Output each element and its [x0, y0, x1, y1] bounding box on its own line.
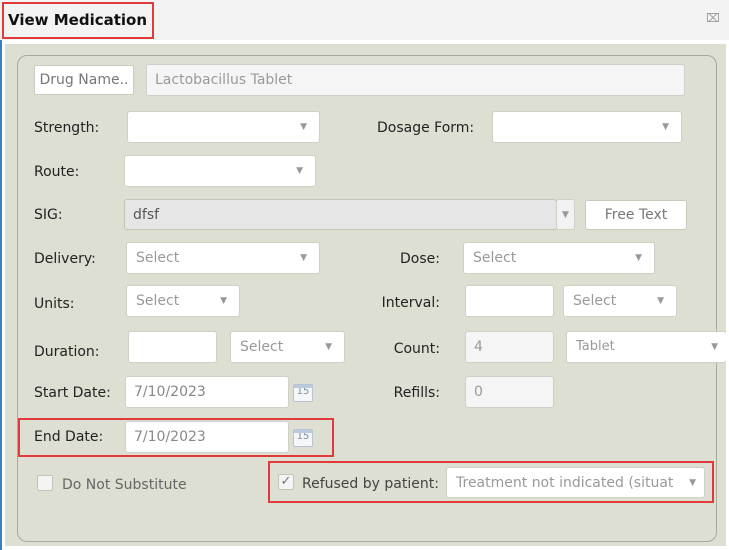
sig-dropdown[interactable]: ▼ [556, 199, 575, 230]
chevron-down-icon: ▼ [220, 296, 227, 306]
sig-label: SIG: [34, 207, 63, 223]
calendar-day-text: 15 [296, 431, 310, 442]
chevron-down-icon: ▼ [689, 478, 696, 488]
do-not-substitute-label: Do Not Substitute [62, 477, 187, 493]
count-label: Count: [393, 341, 440, 357]
window-title: View Medication [2, 2, 154, 39]
do-not-substitute-checkbox[interactable] [37, 475, 53, 491]
refused-label: Refused by patient: [302, 476, 439, 492]
interval-field[interactable] [465, 285, 554, 317]
calendar-icon[interactable]: 15 [293, 429, 313, 447]
free-text-button[interactable]: Free Text [585, 200, 687, 230]
duration-label: Duration: [34, 344, 100, 360]
interval-label: Interval: [381, 295, 440, 311]
chevron-down-icon: ▼ [662, 122, 669, 132]
sig-field[interactable]: dfsf [124, 199, 557, 230]
chevron-down-icon: ▼ [562, 210, 569, 220]
chevron-down-icon: ▼ [300, 122, 307, 132]
count-unit-select[interactable]: Tablet ▼ [566, 331, 726, 363]
strength-select[interactable]: ▼ [127, 111, 320, 143]
chevron-down-icon: ▼ [657, 296, 664, 306]
calendar-day-text: 15 [296, 386, 310, 397]
end-date-label: End Date: [34, 429, 104, 445]
chevron-down-icon: ▼ [296, 166, 303, 176]
dosage-form-select[interactable]: ▼ [492, 111, 682, 143]
duration-select[interactable]: Select ▼ [230, 331, 345, 363]
chevron-down-icon: ▼ [300, 253, 307, 263]
route-label: Route: [34, 164, 80, 180]
refills-label: Refills: [393, 385, 440, 401]
drug-name-field[interactable]: Lactobacillus Tablet [146, 64, 685, 96]
drug-name-button[interactable]: Drug Name.. [34, 65, 134, 95]
start-date-label: Start Date: [34, 385, 111, 401]
chevron-down-icon: ▼ [711, 342, 718, 352]
calendar-icon[interactable]: 15 [293, 384, 313, 402]
count-field[interactable]: 4 [465, 331, 554, 363]
close-icon[interactable]: ⌧ [706, 10, 722, 26]
interval-select[interactable]: Select ▼ [563, 285, 677, 317]
chevron-down-icon: ▼ [325, 342, 332, 352]
dosage-form-label: Dosage Form: [377, 120, 475, 136]
start-date-field[interactable]: 7/10/2023 [125, 376, 289, 408]
strength-label: Strength: [34, 120, 100, 136]
refills-field[interactable]: 0 [465, 376, 554, 408]
end-date-field[interactable]: 7/10/2023 [125, 421, 289, 453]
duration-field[interactable] [128, 331, 217, 363]
refused-checkbox[interactable]: ✓ [278, 474, 294, 490]
route-select[interactable]: ▼ [124, 155, 316, 187]
units-label: Units: [34, 296, 75, 312]
refusal-reason-select[interactable]: Treatment not indicated (situat ▼ [446, 467, 705, 498]
chevron-down-icon: ▼ [635, 253, 642, 263]
delivery-label: Delivery: [34, 251, 96, 267]
dose-label: Dose: [400, 251, 440, 267]
window-left-border [0, 40, 2, 550]
units-select[interactable]: Select ▼ [126, 285, 240, 317]
delivery-select[interactable]: Select ▼ [126, 242, 320, 274]
dose-select[interactable]: Select ▼ [463, 242, 655, 274]
